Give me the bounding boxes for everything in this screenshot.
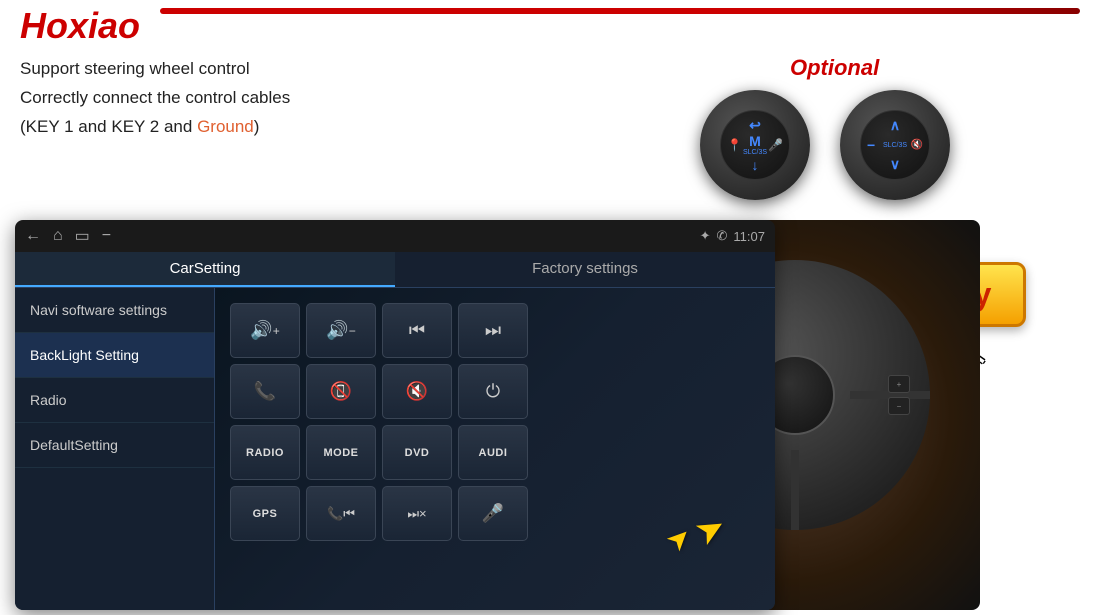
feature-line3-ground: Ground xyxy=(197,117,254,136)
home-icon[interactable]: ⌂ xyxy=(53,227,63,245)
minimize-icon[interactable]: − xyxy=(102,227,111,245)
controller-left: ↩ 📍 🎤 ↓ M SLC/3S xyxy=(700,90,810,200)
settings-body: Navi software settings BackLight Setting… xyxy=(15,288,775,610)
button-grid: 🔊+ 🔊− ⏮ ⏭ 📞 📵 🔇 ⏻ RADIO MODE DVD AUDI GP… xyxy=(230,303,760,541)
car-screen: ← ⌂ ▭ − ✦ ✆ 11:07 CarSetting Factory set… xyxy=(15,220,775,610)
recent-icon[interactable]: ▭ xyxy=(75,226,90,246)
feature-line3-prefix: (KEY 1 and KEY 2 and xyxy=(20,117,197,136)
btn-prev-track[interactable]: ⏮ xyxy=(382,303,452,358)
ctrl-left-bottom-icon: ↓ xyxy=(752,157,759,173)
optional-label: Optional xyxy=(790,55,879,81)
android-status-bar: ✦ ✆ 11:07 xyxy=(700,228,765,244)
btn-vol-down[interactable]: 🔊− xyxy=(306,303,376,358)
feature-line3: (KEY 1 and KEY 2 and Ground) xyxy=(20,113,290,142)
ctrl-right-left-icon: − xyxy=(867,137,875,153)
btn-radio[interactable]: RADIO xyxy=(230,425,300,480)
ctrl-left-left-icon: 📍 xyxy=(727,138,742,152)
ctrl-right-top-icon: ∧ xyxy=(890,117,900,134)
ctrl-left-right-icon: 🎤 xyxy=(768,138,783,152)
btn-gps[interactable]: GPS xyxy=(230,486,300,541)
status-pin-icon: ✦ xyxy=(700,228,711,244)
back-icon[interactable]: ← xyxy=(25,227,41,245)
btn-end-call[interactable]: 📵 xyxy=(306,364,376,419)
android-header: ← ⌂ ▭ − ✦ ✆ 11:07 xyxy=(15,220,775,252)
settings-item-default[interactable]: DefaultSetting xyxy=(15,423,214,468)
ctrl-right-right-icon: 🔇 xyxy=(911,140,923,151)
status-phone-icon: ✆ xyxy=(717,228,728,244)
sw-spoke-bottom xyxy=(791,450,799,530)
settings-list: Navi software settings BackLight Setting… xyxy=(15,288,215,610)
controllers-container: ↩ 📍 🎤 ↓ M SLC/3S ∧ − 🔇 ∨ SLC/3S xyxy=(700,90,950,200)
tab-carsetting[interactable]: CarSetting xyxy=(15,252,395,287)
feature-line1: Support steering wheel control xyxy=(20,55,290,84)
feature-line2: Correctly connect the control cables xyxy=(20,84,290,113)
settings-item-radio[interactable]: Radio xyxy=(15,378,214,423)
progress-bar xyxy=(160,8,1080,14)
btn-call[interactable]: 📞 xyxy=(230,364,300,419)
tab-factory[interactable]: Factory settings xyxy=(395,252,775,287)
btn-mode[interactable]: MODE xyxy=(306,425,376,480)
ctrl-right-bottom-icon: ∨ xyxy=(890,156,900,173)
sw-btn-plus: + xyxy=(888,375,910,393)
ctrl-left-center: M SLC/3S xyxy=(743,134,767,156)
settings-content: 🔊+ 🔊− ⏮ ⏭ 📞 📵 🔇 ⏻ RADIO MODE DVD AUDI GP… xyxy=(215,288,775,610)
brand-logo: Hoxiao xyxy=(20,5,140,47)
settings-item-navi[interactable]: Navi software settings xyxy=(15,288,214,333)
sw-btn-minus: − xyxy=(888,397,910,415)
settings-item-backlight[interactable]: BackLight Setting xyxy=(15,333,214,378)
btn-mic[interactable]: 🎤 xyxy=(458,486,528,541)
sw-buttons-right: + − xyxy=(888,375,910,415)
ctrl-left-top-icon: ↩ xyxy=(749,117,761,134)
settings-tabs: CarSetting Factory settings xyxy=(15,252,775,288)
btn-mute[interactable]: 🔇 xyxy=(382,364,452,419)
btn-power[interactable]: ⏻ xyxy=(458,364,528,419)
controller-right-inner: ∧ − 🔇 ∨ SLC/3S xyxy=(860,110,930,180)
status-time: 11:07 xyxy=(733,229,765,244)
btn-audio[interactable]: AUDI xyxy=(458,425,528,480)
ctrl-right-center: SLC/3S xyxy=(883,141,907,149)
controller-right: ∧ − 🔇 ∨ SLC/3S xyxy=(840,90,950,200)
controller-left-inner: ↩ 📍 🎤 ↓ M SLC/3S xyxy=(720,110,790,180)
feature-text: Support steering wheel control Correctly… xyxy=(20,55,290,142)
btn-next-x[interactable]: ⏭× xyxy=(382,486,452,541)
btn-phone-prev[interactable]: 📞⏮ xyxy=(306,486,376,541)
feature-line3-suffix: ) xyxy=(254,117,260,136)
btn-vol-up[interactable]: 🔊+ xyxy=(230,303,300,358)
car-settings-ui: CarSetting Factory settings Navi softwar… xyxy=(15,252,775,610)
btn-dvd[interactable]: DVD xyxy=(382,425,452,480)
btn-next-track[interactable]: ⏭ xyxy=(458,303,528,358)
